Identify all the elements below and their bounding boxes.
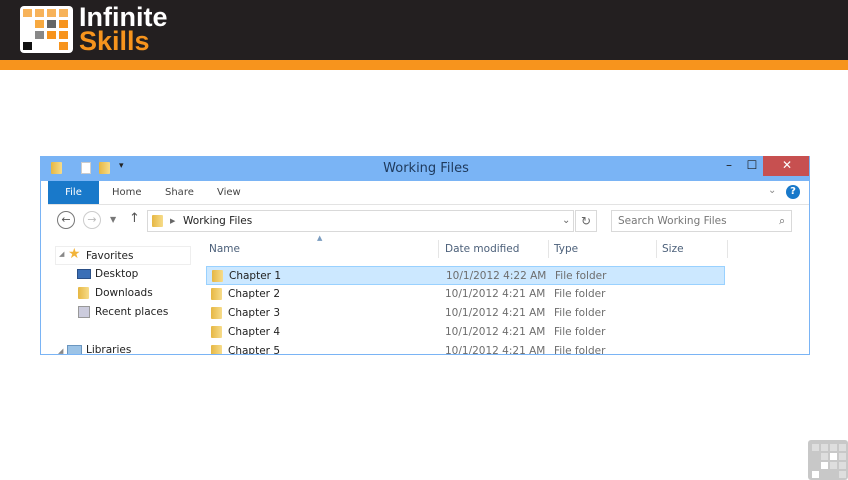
file-name: Chapter 5 <box>228 345 280 355</box>
tab-share[interactable]: Share <box>153 181 206 204</box>
sidebar-item-recent-places[interactable]: Recent places <box>95 306 168 318</box>
folder-icon <box>212 270 223 282</box>
search-placeholder: Search Working Files <box>618 215 727 227</box>
search-input[interactable]: Search Working Files ⌕ <box>611 210 792 232</box>
maximize-button[interactable]: ☐ <box>741 156 763 176</box>
column-divider <box>548 240 549 258</box>
file-type: File folder <box>554 326 606 338</box>
file-row[interactable]: Chapter 5 10/1/2012 4:21 AM File folder <box>206 342 725 355</box>
expand-ribbon-icon[interactable]: ⌄ <box>768 185 776 196</box>
search-icon: ⌕ <box>779 215 785 227</box>
breadcrumb-chevron-icon: ▶ <box>170 217 176 225</box>
minimize-button[interactable]: – <box>717 156 741 176</box>
file-row[interactable]: Chapter 3 10/1/2012 4:21 AM File folder <box>206 304 725 323</box>
star-icon: ★ <box>68 246 81 262</box>
folder-icon <box>211 307 222 319</box>
up-button[interactable]: ↑ <box>129 211 140 231</box>
folder-icon <box>152 215 163 227</box>
window-title: Working Files <box>383 161 469 176</box>
explorer-window: ▾ Working Files – ☐ ✕ File Home Share Vi… <box>40 156 810 355</box>
close-button[interactable]: ✕ <box>763 156 809 176</box>
infinite-skills-logo-icon <box>20 6 73 53</box>
brand-name-line2: Skills <box>79 26 150 56</box>
expand-icon: ◢ <box>59 250 65 258</box>
address-bar[interactable]: ▶ Working Files ⌄ <box>147 210 574 232</box>
tab-file[interactable]: File <box>48 181 99 204</box>
file-type: File folder <box>554 345 606 355</box>
sidebar-item-libraries[interactable]: Libraries <box>86 344 131 354</box>
back-button[interactable]: ← <box>57 211 75 229</box>
folder-icon <box>211 326 222 338</box>
ribbon-tabs: File Home Share View ⌄ ? <box>48 181 809 205</box>
refresh-button[interactable]: ↻ <box>575 210 597 232</box>
column-header-type[interactable]: Type <box>554 243 578 255</box>
file-date: 10/1/2012 4:21 AM <box>445 345 546 355</box>
file-type: File folder <box>554 288 606 300</box>
file-date: 10/1/2012 4:22 AM <box>446 270 547 282</box>
sidebar-item-desktop[interactable]: Desktop <box>95 268 138 280</box>
help-icon[interactable]: ? <box>786 185 800 199</box>
file-date: 10/1/2012 4:21 AM <box>445 288 546 300</box>
file-row[interactable]: Chapter 2 10/1/2012 4:21 AM File folder <box>206 285 725 304</box>
file-date: 10/1/2012 4:21 AM <box>445 307 546 319</box>
title-bar[interactable]: ▾ Working Files – ☐ ✕ <box>41 156 809 181</box>
tab-home[interactable]: Home <box>100 181 154 204</box>
column-divider <box>438 240 439 258</box>
sidebar-item-favorites[interactable]: ◢ ★ Favorites <box>55 246 191 265</box>
file-date: 10/1/2012 4:21 AM <box>445 326 546 338</box>
file-name: Chapter 2 <box>228 288 280 300</box>
header-accent-bar <box>0 60 848 70</box>
breadcrumb-working-files[interactable]: Working Files <box>183 211 252 231</box>
desktop-icon <box>77 269 91 279</box>
column-header-size[interactable]: Size <box>662 243 684 255</box>
column-header-date[interactable]: Date modified <box>445 243 519 255</box>
folder-icon <box>211 288 222 300</box>
file-name: Chapter 3 <box>228 307 280 319</box>
address-dropdown-icon[interactable]: ⌄ <box>562 211 570 231</box>
tab-view[interactable]: View <box>205 181 253 204</box>
forward-button[interactable]: → <box>83 211 101 229</box>
downloads-icon <box>78 287 89 299</box>
column-divider <box>727 240 728 258</box>
recent-locations-icon[interactable]: ▼ <box>110 215 116 235</box>
sidebar-item-downloads[interactable]: Downloads <box>95 287 153 299</box>
expand-icon: ◢ <box>58 347 64 355</box>
file-type: File folder <box>555 270 607 282</box>
file-row[interactable]: Chapter 4 10/1/2012 4:21 AM File folder <box>206 323 725 342</box>
column-divider <box>656 240 657 258</box>
file-type: File folder <box>554 307 606 319</box>
column-header-name[interactable]: Name <box>209 243 240 255</box>
libraries-icon <box>67 345 82 354</box>
watermark-logo-icon <box>808 440 848 480</box>
file-name: Chapter 1 <box>229 270 281 282</box>
file-name: Chapter 4 <box>228 326 280 338</box>
sort-ascending-icon: ▲ <box>317 234 323 242</box>
recent-places-icon <box>78 306 90 318</box>
sidebar-label: Favorites <box>86 250 134 262</box>
folder-icon <box>211 345 222 354</box>
file-row[interactable]: Chapter 1 10/1/2012 4:22 AM File folder <box>206 266 725 285</box>
